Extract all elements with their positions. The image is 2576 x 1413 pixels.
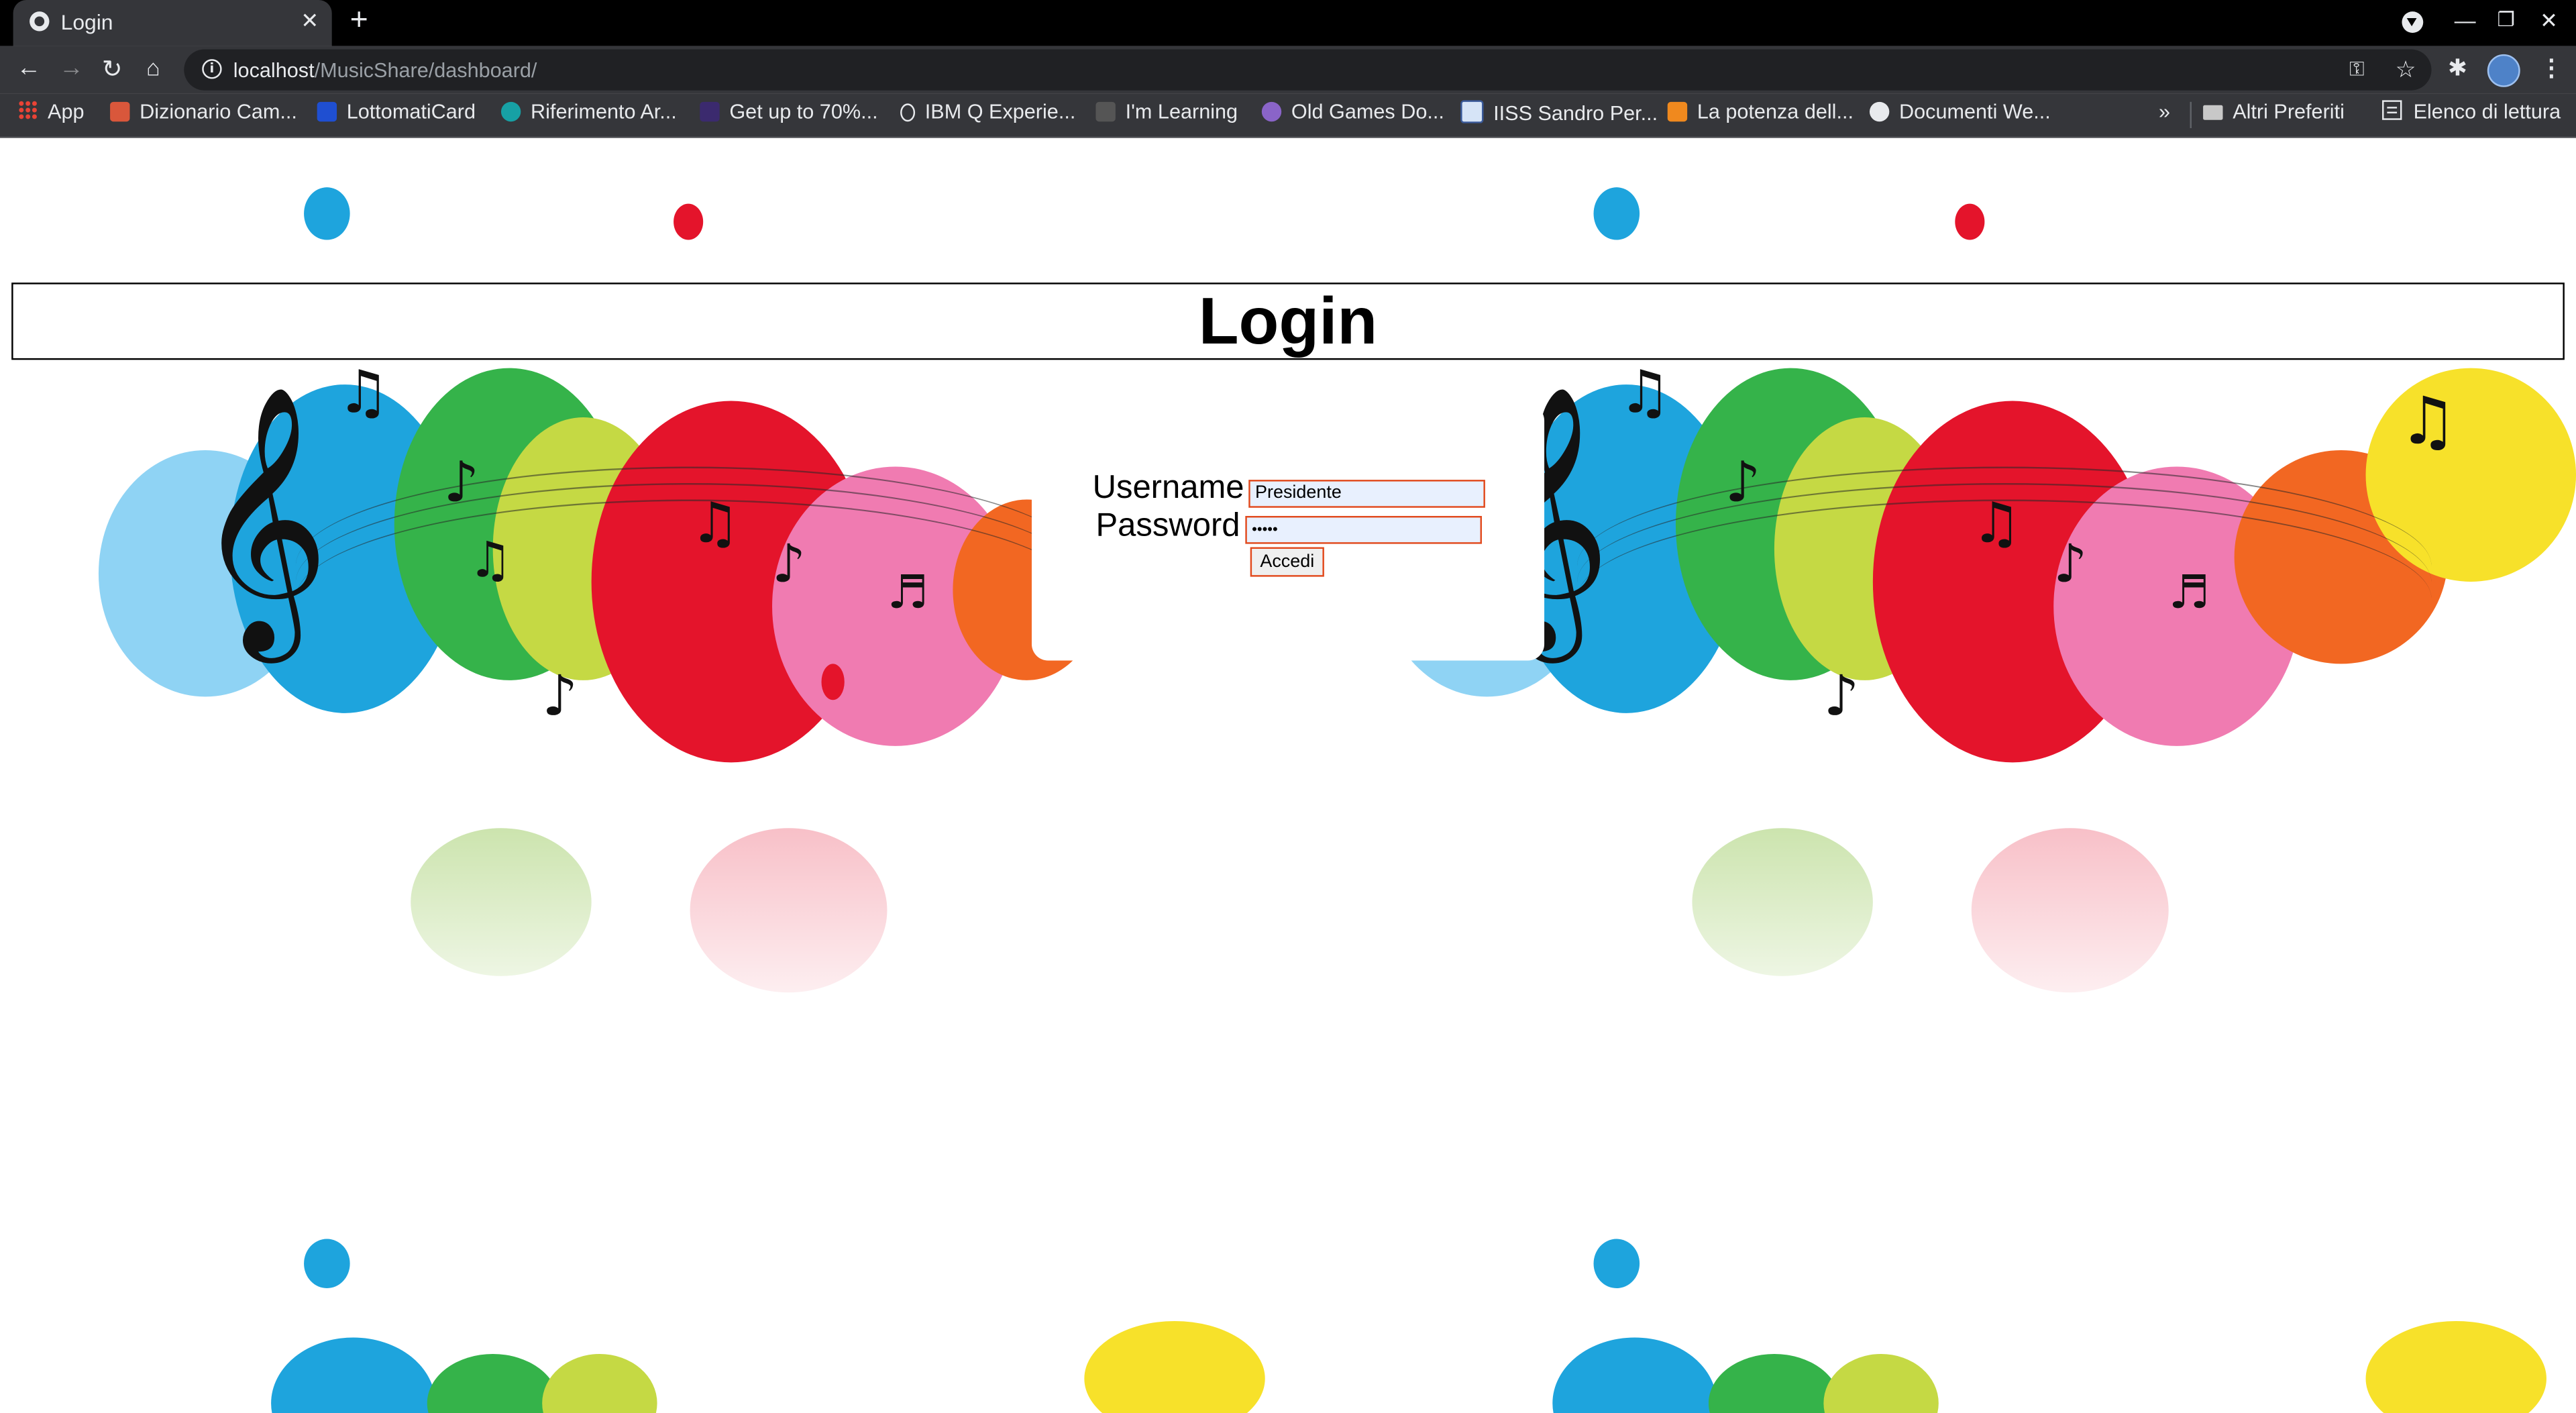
tab-search-icon[interactable] bbox=[2402, 11, 2424, 33]
old-games-favicon bbox=[1261, 101, 1282, 122]
bookmark-item[interactable]: Old Games Do... bbox=[1261, 100, 1444, 129]
bookmark-item[interactable]: LottomatiCard bbox=[317, 100, 476, 129]
bookmarks-divider bbox=[2190, 101, 2192, 129]
restore-icon[interactable]: ❐ bbox=[2497, 8, 2514, 31]
bookmark-item[interactable]: Dizionario Cam... bbox=[110, 100, 297, 129]
home-icon[interactable]: ⌂ bbox=[146, 54, 160, 81]
window-close-icon[interactable]: ✕ bbox=[2540, 8, 2558, 34]
key-icon[interactable]: ⚿ bbox=[2349, 58, 2364, 83]
folder-label: Altri Preferiti bbox=[2233, 100, 2345, 123]
ibm-q-favicon bbox=[900, 103, 916, 122]
bookmark-label: La potenza dell... bbox=[1697, 100, 1854, 123]
address-bar[interactable]: i localhost/MusicShare/dashboard/ ⚿ ☆ bbox=[184, 49, 2432, 91]
bookmark-item[interactable]: Documenti We... bbox=[1869, 100, 2051, 129]
url-host: localhost bbox=[233, 59, 315, 83]
password-input[interactable]: ••••• bbox=[1245, 515, 1482, 544]
lottomatica-favicon bbox=[317, 101, 337, 122]
bookmark-label: IISS Sandro Per... bbox=[1493, 101, 1658, 125]
arduino-favicon bbox=[500, 101, 521, 122]
bookmark-label: I'm Learning bbox=[1125, 100, 1238, 123]
bookmarks-overflow-button[interactable]: » bbox=[2159, 100, 2170, 129]
extensions-icon[interactable]: ✱ bbox=[2448, 54, 2467, 83]
page-title: Login bbox=[1198, 286, 1378, 358]
bookmark-star-icon[interactable]: ☆ bbox=[2396, 56, 2416, 84]
profile-avatar[interactable] bbox=[2487, 54, 2520, 87]
reload-icon[interactable]: ↻ bbox=[102, 54, 123, 84]
bookmark-label: Get up to 70%... bbox=[729, 100, 878, 123]
bookmark-label: App bbox=[48, 100, 85, 123]
docs-favicon bbox=[1869, 101, 1890, 122]
other-bookmarks-folder[interactable]: Altri Preferiti bbox=[2203, 100, 2345, 129]
bookmark-item[interactable]: Get up to 70%... bbox=[700, 100, 878, 129]
bookmark-item[interactable]: IISS Sandro Per... bbox=[1460, 100, 1658, 129]
browser-tab[interactable]: Login ✕ bbox=[13, 0, 332, 46]
browser-toolbar: ← → ↻ ⌂ i localhost/MusicShare/dashboard… bbox=[0, 46, 2576, 94]
bookmark-item[interactable]: Riferimento Ar... bbox=[500, 100, 677, 129]
bookmark-label: IBM Q Experie... bbox=[924, 100, 1076, 123]
apps-grid-icon bbox=[17, 100, 38, 120]
tab-title: Login bbox=[60, 9, 113, 35]
bookmark-item[interactable]: I'm Learning bbox=[1095, 100, 1238, 129]
bookmark-label: Riferimento Ar... bbox=[531, 100, 677, 123]
bookmark-label: Documenti We... bbox=[1899, 100, 2051, 123]
minimize-icon[interactable]: ― bbox=[2455, 8, 2476, 33]
bookmark-item[interactable]: App bbox=[17, 100, 85, 129]
new-tab-icon[interactable]: + bbox=[350, 5, 368, 36]
folder-icon bbox=[2203, 105, 2223, 120]
url-path: /MusicShare/dashboard/ bbox=[314, 59, 537, 83]
back-icon[interactable]: ← bbox=[16, 54, 41, 83]
url-text[interactable]: localhost/MusicShare/dashboard/ bbox=[233, 59, 537, 82]
bookmark-label: Old Games Do... bbox=[1291, 100, 1444, 123]
reading-list-icon bbox=[2382, 100, 2402, 120]
dictionary-favicon bbox=[110, 101, 130, 122]
cdk-favicon bbox=[700, 101, 720, 122]
username-input[interactable]: Presidente bbox=[1248, 480, 1485, 508]
forward-icon[interactable]: → bbox=[59, 54, 84, 83]
bookmark-item[interactable]: IBM Q Experie... bbox=[900, 100, 1075, 129]
page-header: Login bbox=[11, 282, 2565, 360]
bookmark-item[interactable]: La potenza dell... bbox=[1667, 100, 1854, 129]
amazon-favicon bbox=[1667, 101, 1688, 122]
login-button[interactable]: Accedi bbox=[1250, 547, 1324, 577]
bookmark-label: Dizionario Cam... bbox=[140, 100, 297, 123]
reading-list-button[interactable]: Elenco di lettura bbox=[2382, 100, 2561, 129]
bookmark-label: LottomatiCard bbox=[346, 100, 476, 123]
reading-list-label: Elenco di lettura bbox=[2413, 100, 2561, 123]
tab-strip: Login ✕ + ― ❐ ✕ bbox=[0, 0, 2576, 46]
password-label: Password bbox=[1095, 507, 1240, 544]
school-favicon bbox=[1460, 100, 1484, 123]
globe-icon bbox=[30, 11, 50, 32]
login-button-label: Accedi bbox=[1260, 552, 1315, 572]
menu-icon[interactable]: ⋮ bbox=[2540, 54, 2563, 83]
username-label: Username bbox=[1092, 470, 1244, 507]
site-info-icon[interactable]: i bbox=[202, 59, 222, 79]
page-viewport: 𝄞 𝄞 ♫ ♪ ♫ ♪ ♫ ♪ ♬ ♫ ♪ ♪ ♫ ♪ ♬ ♫ bbox=[0, 138, 2576, 1413]
learning-favicon bbox=[1095, 101, 1116, 122]
close-tab-icon[interactable]: ✕ bbox=[301, 8, 319, 34]
